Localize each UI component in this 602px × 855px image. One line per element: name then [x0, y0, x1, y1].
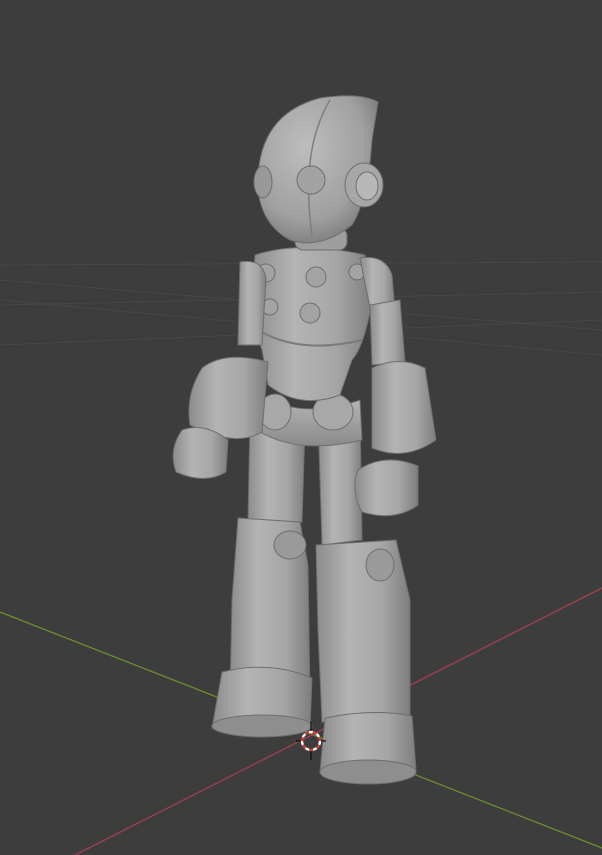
3d-viewport[interactable]	[0, 0, 602, 855]
robot-left-upper-arm	[237, 260, 267, 346]
robot-right-fist	[354, 459, 419, 517]
robot-right-sole	[319, 759, 417, 785]
robot-chest-button-2	[305, 266, 327, 288]
robot-left-sole	[211, 714, 313, 738]
robot-right-upper-arm	[369, 299, 406, 366]
robot-face-ring	[296, 165, 326, 195]
robot-right-forearm	[371, 361, 437, 454]
robot-chest-button-4	[299, 302, 321, 324]
robot-right-shin	[315, 539, 411, 723]
robot-ear-left	[253, 165, 273, 199]
robot-left-fist	[172, 427, 229, 479]
viewport-canvas[interactable]	[0, 0, 602, 855]
robot-left-knee	[273, 530, 307, 560]
robot-right-knee	[365, 548, 395, 582]
robot-left-forearm	[188, 356, 269, 440]
robot-ear-right-inner	[355, 171, 379, 201]
robot-figure[interactable]	[172, 95, 437, 785]
